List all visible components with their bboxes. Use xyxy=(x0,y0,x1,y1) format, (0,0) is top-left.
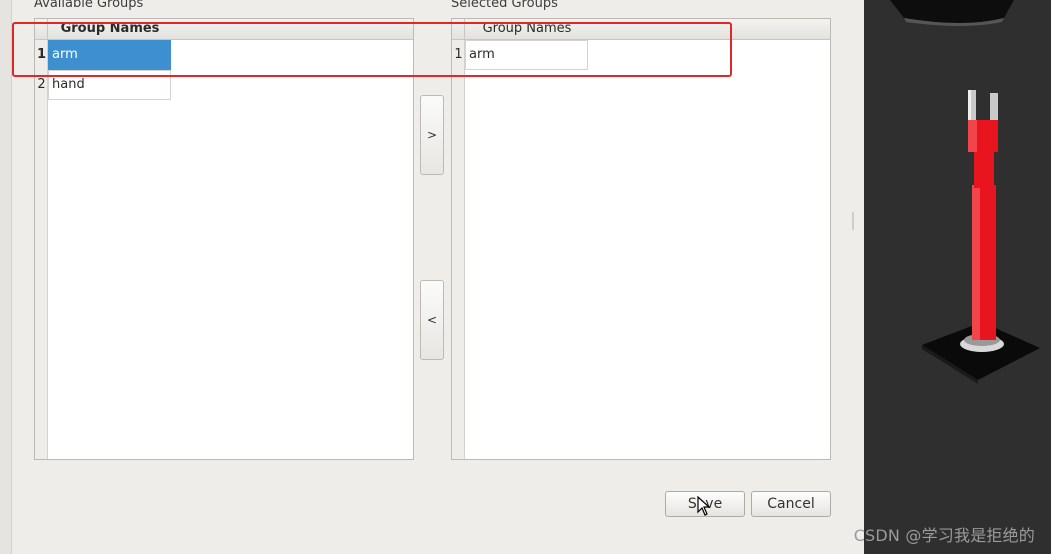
table-header: Group Names xyxy=(35,19,413,40)
group-cell-hand[interactable]: hand xyxy=(48,70,171,100)
selected-groups-table[interactable]: Group Names 1 arm xyxy=(451,18,831,460)
table-header: Group Names xyxy=(452,19,830,40)
column-header-group-names[interactable]: Group Names xyxy=(49,21,171,36)
cancel-button[interactable]: Cancel xyxy=(751,491,831,517)
row-header-gutter: 1 2 xyxy=(35,40,48,459)
robot-model-icon xyxy=(890,0,1040,384)
robot-3d-viewport[interactable] xyxy=(864,0,1051,554)
table-corner xyxy=(35,19,48,40)
watermark-text: CSDN @学习我是拒绝的 xyxy=(853,526,1035,545)
remove-group-button[interactable]: < xyxy=(420,280,444,360)
group-cell-arm[interactable]: arm xyxy=(465,40,588,70)
group-cell-arm[interactable]: arm xyxy=(48,40,171,70)
left-panel-edge xyxy=(0,0,12,554)
splitter-handle[interactable] xyxy=(852,212,854,230)
row-number[interactable]: 1 xyxy=(35,40,48,70)
available-groups-table[interactable]: Group Names 1 2 arm hand xyxy=(34,18,414,460)
row-header-gutter: 1 xyxy=(452,40,465,459)
table-corner xyxy=(452,19,465,40)
row-number[interactable]: 1 xyxy=(452,40,465,70)
selected-groups-label: Selected Groups xyxy=(451,0,558,11)
available-groups-label: Available Groups xyxy=(34,0,144,11)
column-header-group-names[interactable]: Group Names xyxy=(466,21,588,36)
row-number[interactable]: 2 xyxy=(35,70,48,100)
mouse-cursor-icon xyxy=(697,496,711,516)
add-group-button[interactable]: > xyxy=(420,95,444,175)
cancel-button-label: Cancel xyxy=(767,496,815,512)
